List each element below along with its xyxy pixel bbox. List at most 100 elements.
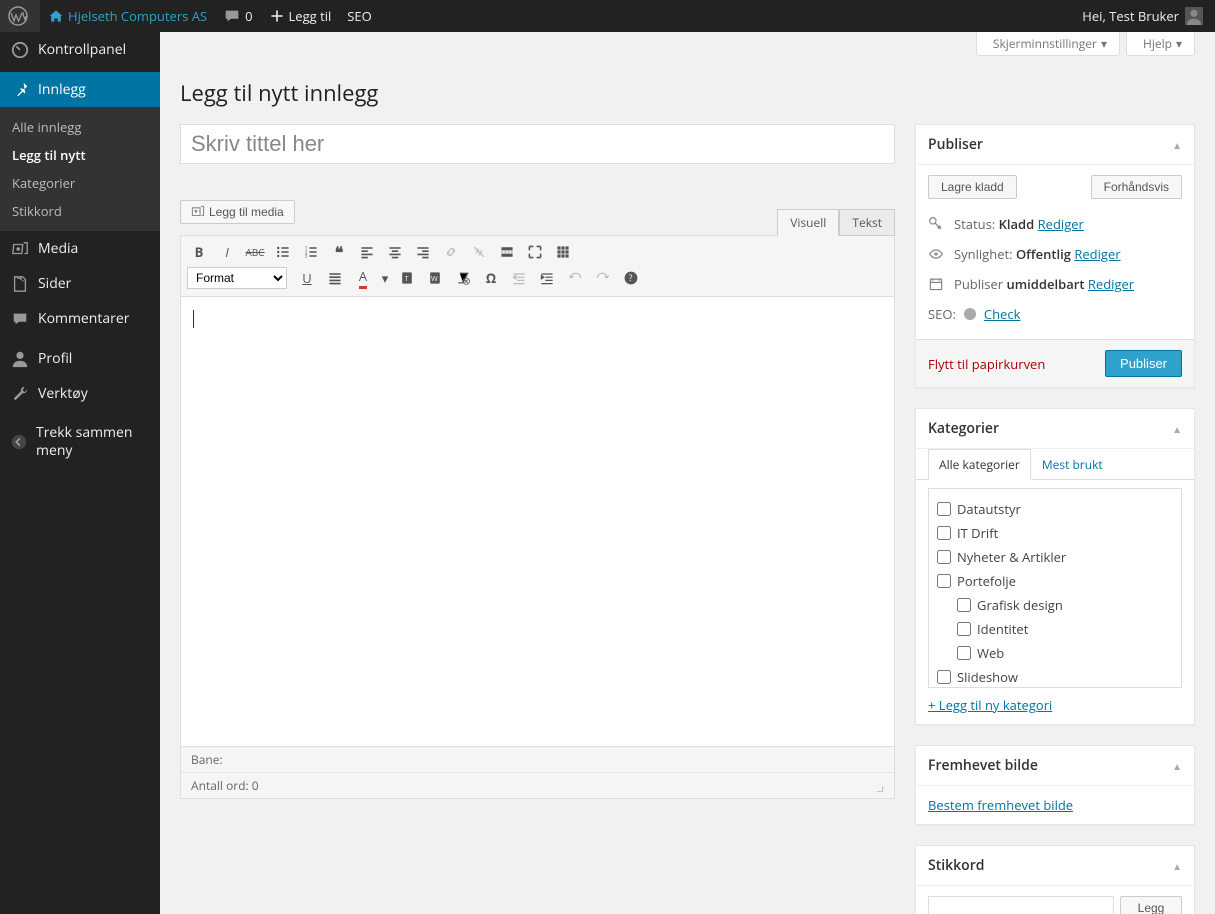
textcolor-button[interactable]: A xyxy=(351,266,375,290)
editor-content[interactable] xyxy=(180,297,895,747)
category-checkbox[interactable] xyxy=(957,622,971,636)
italic-button[interactable]: I xyxy=(215,240,239,264)
menu-dashboard[interactable]: Kontrollpanel xyxy=(0,32,160,67)
tag-input[interactable] xyxy=(928,896,1114,914)
save-draft-button[interactable]: Lagre kladd xyxy=(928,175,1017,199)
align-right-button[interactable] xyxy=(411,240,435,264)
bold-button[interactable]: B xyxy=(187,240,211,264)
menu-pages[interactable]: Sider xyxy=(0,266,160,301)
menu-profile[interactable]: Profil xyxy=(0,341,160,376)
category-checkbox[interactable] xyxy=(957,646,971,660)
outdent-button[interactable] xyxy=(507,266,531,290)
calendar-icon xyxy=(928,276,946,292)
my-account[interactable]: Hei, Test Bruker xyxy=(1074,0,1215,32)
numbered-list-button[interactable]: 123 xyxy=(299,240,323,264)
comments-count: 0 xyxy=(245,7,252,25)
post-title-input[interactable] xyxy=(180,124,895,164)
category-item[interactable]: Slideshow xyxy=(937,665,1173,688)
comments-link[interactable]: 0 xyxy=(215,0,260,32)
submenu-categories[interactable]: Kategorier xyxy=(0,169,160,197)
menu-posts[interactable]: Innlegg xyxy=(0,72,160,107)
publish-button[interactable]: Publiser xyxy=(1105,350,1182,377)
insert-more-button[interactable] xyxy=(495,240,519,264)
category-item[interactable]: Nyheter & Artikler xyxy=(937,545,1173,569)
trash-link[interactable]: Flytt til papirkurven xyxy=(928,355,1045,373)
tab-visual[interactable]: Visuell xyxy=(777,209,839,236)
menu-media[interactable]: Media xyxy=(0,231,160,266)
remove-format-button[interactable] xyxy=(451,266,475,290)
chevron-up-icon: ▲ xyxy=(1172,859,1182,873)
indent-button[interactable] xyxy=(535,266,559,290)
category-checkbox[interactable] xyxy=(937,526,951,540)
category-checkbox[interactable] xyxy=(937,502,951,516)
paste-text-button[interactable]: T xyxy=(395,266,419,290)
category-checkbox[interactable] xyxy=(937,574,951,588)
category-item[interactable]: Identitet xyxy=(937,617,1173,641)
wp-logo[interactable] xyxy=(0,0,40,32)
tags-box-header[interactable]: Stikkord ▲ xyxy=(916,846,1194,886)
category-checkbox[interactable] xyxy=(937,550,951,564)
menu-tools[interactable]: Verktøy xyxy=(0,376,160,411)
help-button[interactable]: Hjelp ▾ xyxy=(1126,32,1195,56)
category-list[interactable]: Datautstyr IT Drift Nyheter & Artikler P… xyxy=(928,488,1182,688)
screen-options-button[interactable]: Skjerminnstillinger ▾ xyxy=(976,32,1120,56)
edit-status-link[interactable]: Rediger xyxy=(1038,215,1084,233)
set-featured-image-link[interactable]: Bestem fremhevet bilde xyxy=(928,796,1073,814)
link-button[interactable] xyxy=(439,240,463,264)
redo-button[interactable] xyxy=(591,266,615,290)
unlink-button[interactable] xyxy=(467,240,491,264)
submenu-all-posts[interactable]: Alle innlegg xyxy=(0,113,160,141)
menu-collapse[interactable]: Trekk sammen meny xyxy=(0,416,160,468)
category-item[interactable]: Datautstyr xyxy=(937,497,1173,521)
category-item[interactable]: Portefolje xyxy=(937,569,1173,593)
align-center-button[interactable] xyxy=(383,240,407,264)
add-media-button[interactable]: Legg til media xyxy=(180,200,295,224)
seo-link[interactable]: SEO xyxy=(339,0,379,32)
undo-button[interactable] xyxy=(563,266,587,290)
submenu-tags[interactable]: Stikkord xyxy=(0,197,160,225)
tab-text[interactable]: Tekst xyxy=(839,209,895,236)
category-item[interactable]: IT Drift xyxy=(937,521,1173,545)
underline-button[interactable]: U xyxy=(295,266,319,290)
title: Publiser xyxy=(928,135,983,154)
preview-button[interactable]: Forhåndsvis xyxy=(1091,175,1182,199)
align-left-button[interactable] xyxy=(355,240,379,264)
fullscreen-button[interactable] xyxy=(523,240,547,264)
title: Stikkord xyxy=(928,856,984,875)
featured-image-header[interactable]: Fremhevet bilde▲ xyxy=(916,746,1194,786)
format-select[interactable]: Format xyxy=(187,267,287,289)
seo-label: SEO xyxy=(347,7,371,25)
plus-icon xyxy=(269,8,285,24)
tab-most-used[interactable]: Mest brukt xyxy=(1031,449,1114,480)
resize-handle-icon[interactable] xyxy=(870,779,884,793)
edit-schedule-link[interactable]: Rediger xyxy=(1088,275,1134,293)
new-content-link[interactable]: Legg til xyxy=(261,0,340,32)
edit-visibility-link[interactable]: Rediger xyxy=(1074,245,1120,263)
strikethrough-button[interactable]: ABC xyxy=(243,240,267,264)
tab-all-categories[interactable]: Alle kategorier xyxy=(928,449,1031,480)
help-button[interactable]: ? xyxy=(619,266,643,290)
submenu-add-post[interactable]: Legg til nytt xyxy=(0,141,160,169)
publish-box-header[interactable]: Publiser▲ xyxy=(916,125,1194,165)
category-checkbox[interactable] xyxy=(937,670,951,684)
pin-icon xyxy=(10,81,30,99)
charmap-button[interactable]: Ω xyxy=(479,266,503,290)
paste-word-button[interactable]: W xyxy=(423,266,447,290)
add-category-link[interactable]: + Legg til ny kategori xyxy=(928,696,1052,714)
menu-label: Kommentarer xyxy=(38,309,129,328)
category-item[interactable]: Grafisk design xyxy=(937,593,1173,617)
wrench-icon xyxy=(10,385,30,403)
seo-indicator-icon xyxy=(964,308,976,320)
menu-comments[interactable]: Kommentarer xyxy=(0,301,160,336)
category-item[interactable]: Web xyxy=(937,641,1173,665)
bullet-list-button[interactable] xyxy=(271,240,295,264)
add-tag-button[interactable]: Legg til xyxy=(1120,896,1182,914)
textcolor-dropdown[interactable]: ▾ xyxy=(379,266,391,290)
categories-box-header[interactable]: Kategorier▲ xyxy=(916,409,1194,449)
justify-button[interactable] xyxy=(323,266,347,290)
blockquote-button[interactable]: ❝ xyxy=(327,240,351,264)
kitchensink-button[interactable] xyxy=(551,240,575,264)
category-checkbox[interactable] xyxy=(957,598,971,612)
site-link[interactable]: Hjelseth Computers AS xyxy=(40,0,215,32)
seo-check-link[interactable]: Check xyxy=(984,305,1021,323)
